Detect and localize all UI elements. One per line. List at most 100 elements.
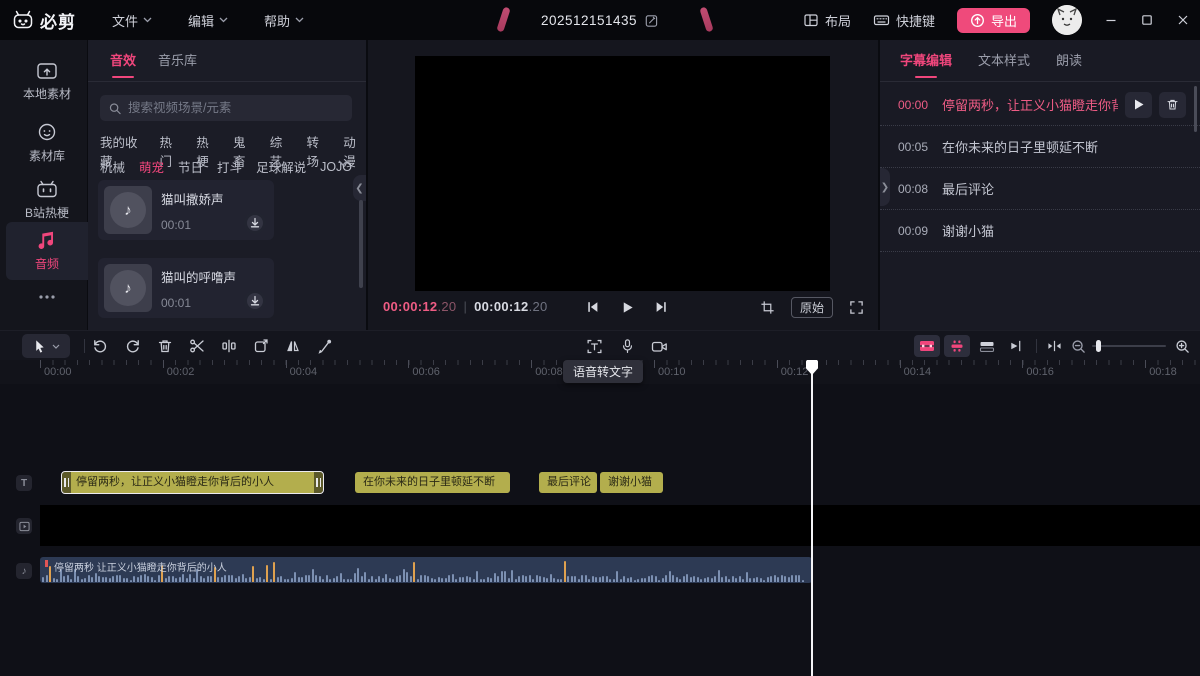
search-input[interactable] — [128, 101, 343, 115]
sidebar-item-more[interactable] — [6, 286, 88, 308]
subtitle-list: 00:00停留两秒，让正义小猫瞪走你背后的小00:05在你未来的日子里顿延不断0… — [880, 84, 1200, 252]
snap-button[interactable] — [1042, 334, 1066, 358]
cut-button[interactable] — [185, 334, 209, 358]
playhead-line[interactable] — [811, 360, 813, 676]
cursor-icon — [33, 339, 46, 353]
tab-music-library[interactable]: 音乐库 — [158, 40, 197, 82]
collapse-subtitle-panel-button[interactable]: ❯ — [880, 168, 890, 206]
next-frame-button[interactable] — [651, 297, 671, 317]
subtitle-text[interactable]: 最后评论 — [942, 179, 1186, 198]
subtitle-clip[interactable]: 停留两秒，让正义小猫瞪走你背后的小人 — [62, 472, 323, 493]
audio-track-clip[interactable]: 停留两秒 让正义小猫瞪走你背后的小人 — [40, 557, 812, 583]
avatar[interactable] — [1052, 5, 1082, 35]
mirror-button[interactable] — [281, 334, 305, 358]
search-icon — [109, 102, 121, 115]
split-button[interactable] — [217, 334, 241, 358]
sidebar-item-bilibili-memes[interactable]: B站热梗 — [6, 172, 88, 229]
subtitle-clip[interactable]: 最后评论 — [539, 472, 597, 493]
video-preview[interactable] — [415, 56, 830, 291]
window-close-button[interactable] — [1176, 13, 1190, 27]
microphone-button[interactable] — [615, 334, 639, 358]
keyboard-icon — [873, 12, 890, 28]
pin-button[interactable] — [313, 334, 337, 358]
crop-icon[interactable] — [760, 300, 775, 315]
bijian-logo-icon — [12, 10, 34, 30]
tab-sound-effects[interactable]: 音效 — [110, 40, 136, 82]
previous-frame-button[interactable] — [583, 297, 603, 317]
chevron-down-icon — [143, 17, 152, 23]
subtitle-clip[interactable]: 在你未来的日子里顿延不断 — [355, 472, 510, 493]
toggle-subtitle-track-view[interactable] — [914, 335, 940, 357]
download-button[interactable] — [244, 212, 266, 234]
trim-handle-left[interactable] — [62, 472, 71, 493]
video-track-clip[interactable] — [40, 505, 1200, 546]
zoom-slider-handle[interactable] — [1096, 340, 1101, 352]
download-button[interactable] — [244, 290, 266, 312]
toggle-audio-track-view[interactable] — [944, 335, 970, 357]
export-icon — [970, 13, 985, 28]
export-button[interactable]: 导出 — [957, 8, 1030, 33]
layout-button[interactable]: 布局 — [803, 11, 851, 30]
window-minimize-button[interactable] — [1104, 13, 1118, 27]
audio-effect-card[interactable]: ♪猫叫撒娇声00:01 — [98, 180, 274, 240]
shortcuts-button[interactable]: 快捷键 — [873, 11, 935, 30]
subtitle-row[interactable]: 00:00停留两秒，让正义小猫瞪走你背后的小 — [880, 84, 1200, 126]
tags-expand-icon[interactable] — [338, 160, 348, 167]
category-tag[interactable]: 足球解说 — [256, 157, 306, 176]
delete-subtitle-button[interactable] — [1159, 92, 1186, 118]
tab-read-aloud[interactable]: 朗读 — [1056, 40, 1082, 82]
audio-thumbnail: ♪ — [104, 186, 152, 234]
library-scrollbar[interactable] — [359, 200, 363, 288]
subtitle-text[interactable]: 停留两秒，让正义小猫瞪走你背后的小 — [942, 95, 1118, 114]
category-tag[interactable]: 节日 — [178, 157, 203, 176]
tab-subtitle-edit[interactable]: 字幕编辑 — [900, 40, 952, 82]
subtitle-row[interactable]: 00:05在你未来的日子里顿延不断 — [880, 126, 1200, 168]
chevron-down-icon — [219, 17, 228, 23]
play-subtitle-button[interactable] — [1125, 92, 1152, 118]
edit-title-icon[interactable] — [644, 13, 659, 28]
audio-clip-label: 停留两秒 让正义小猫瞪走你背后的小人 — [54, 559, 227, 574]
menu-edit[interactable]: 编辑 — [188, 11, 228, 30]
subtitle-row[interactable]: 00:08最后评论 — [880, 168, 1200, 210]
tab-text-style[interactable]: 文本样式 — [978, 40, 1030, 82]
subtitle-clip[interactable]: 谢谢小猫 — [600, 472, 663, 493]
menu-file[interactable]: 文件 — [112, 11, 152, 30]
record-video-button[interactable] — [647, 334, 671, 358]
timeline-zoom-slider[interactable] — [1092, 345, 1166, 347]
subtitle-track: 停留两秒，让正义小猫瞪走你背后的小人 在你未来的日子里顿延不断 最后评论谢谢小猫 — [0, 472, 1200, 494]
select-tool-button[interactable] — [22, 334, 70, 358]
sidebar-item-label: 本地素材 — [6, 85, 88, 102]
subtitle-panel: 字幕编辑 文本样式 朗读 00:00停留两秒，让正义小猫瞪走你背后的小00:05… — [878, 40, 1200, 330]
library-tabstrip: 音效 音乐库 — [88, 40, 366, 82]
subtitle-row[interactable]: 00:09谢谢小猫 — [880, 210, 1200, 252]
zoom-out-icon[interactable] — [1066, 334, 1090, 358]
menu-help[interactable]: 帮助 — [264, 11, 304, 30]
toggle-auto-attach[interactable] — [1002, 335, 1028, 357]
category-tag[interactable]: 机械 — [100, 157, 125, 176]
toggle-track-layers-view[interactable] — [974, 335, 1000, 357]
category-tag[interactable]: 萌宠 — [139, 157, 164, 176]
subtitle-text[interactable]: 在你未来的日子里顿延不断 — [942, 137, 1186, 156]
subtitle-text[interactable]: 谢谢小猫 — [942, 221, 1186, 240]
sidebar-item-audio[interactable]: 音频 — [6, 222, 88, 280]
audio-effect-card[interactable]: ♪猫叫的呼噜声00:01 — [98, 258, 274, 318]
fullscreen-icon[interactable] — [849, 300, 864, 315]
sidebar-item-local-media[interactable]: 本地素材 — [6, 54, 88, 110]
sidebar-item-asset-library[interactable]: 素材库 — [6, 114, 88, 172]
category-tag[interactable]: 打斗 — [217, 157, 242, 176]
delete-button[interactable] — [153, 334, 177, 358]
subtitle-list-scrollbar[interactable] — [1194, 86, 1197, 132]
undo-button[interactable] — [88, 334, 112, 358]
trim-handle-right[interactable] — [314, 472, 323, 493]
sidebar-item-label: B站热梗 — [6, 204, 88, 221]
audio-track-icon: ♪ — [16, 563, 32, 579]
freeze-frame-button[interactable] — [249, 334, 273, 358]
zoom-in-icon[interactable] — [1170, 334, 1194, 358]
original-ratio-button[interactable]: 原始 — [791, 297, 833, 318]
collapse-library-panel-button[interactable]: ❮ — [353, 175, 366, 201]
window-maximize-button[interactable] — [1140, 13, 1154, 27]
redo-button[interactable] — [121, 334, 145, 358]
play-button[interactable] — [617, 297, 637, 317]
search-box[interactable] — [100, 95, 352, 121]
speech-to-text-button[interactable] — [582, 334, 606, 358]
